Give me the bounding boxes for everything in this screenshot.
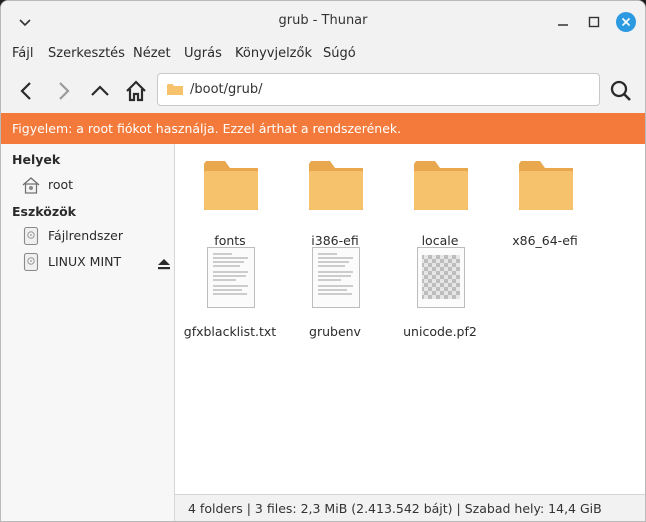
file-item-gfxblacklist-txt[interactable]: gfxblacklist.txt — [180, 247, 280, 339]
folder-icon — [309, 161, 363, 210]
menu-go[interactable]: Ugrás — [184, 46, 222, 61]
menu-help[interactable]: Súgó — [323, 46, 356, 61]
menu-bar: Fájl Szerkesztés Nézet Ugrás Könyvjelzők… — [1, 41, 645, 69]
eject-icon[interactable] — [157, 257, 171, 271]
file-view: fonts i386-efi locale x86_64-efi gfxblac… — [175, 144, 645, 494]
forward-icon[interactable] — [49, 77, 77, 105]
search-icon[interactable] — [607, 77, 635, 105]
menu-edit[interactable]: Szerkesztés — [48, 46, 125, 61]
location-bar[interactable]: /boot/grub/ — [157, 73, 600, 106]
sidebar-item-linux-mint[interactable]: LINUX MINT — [21, 252, 171, 274]
text-file-icon — [312, 247, 360, 308]
font-file-icon — [417, 247, 465, 308]
status-free-space: Szabad hely: 14,4 GiB — [464, 501, 602, 516]
file-name: fonts — [214, 233, 246, 248]
location-path: /boot/grub/ — [190, 82, 263, 97]
folder-icon — [167, 84, 183, 95]
file-item-x86-64-efi[interactable]: x86_64-efi — [495, 156, 595, 248]
status-separator: | — [456, 501, 461, 516]
places-heading: Helyek — [12, 152, 61, 167]
file-item-i386-efi[interactable]: i386-efi — [285, 156, 385, 248]
text-file-icon — [207, 247, 255, 308]
file-name: gfxblacklist.txt — [183, 324, 277, 339]
back-icon[interactable] — [13, 77, 41, 105]
folder-icon — [519, 161, 573, 210]
folder-icon — [204, 161, 258, 210]
status-bar: 4 folders | 3 files: 2,3 MiB (2.413.542 … — [175, 494, 645, 521]
file-name: grubenv — [309, 324, 361, 339]
file-name: locale — [421, 233, 459, 248]
file-name: i386-efi — [311, 233, 359, 248]
toolbar: /boot/grub/ — [1, 69, 645, 113]
root-warning-text: Figyelem: a root fiókot használja. Ezzel… — [12, 121, 402, 136]
devices-heading: Eszközök — [12, 204, 76, 219]
file-item-grubenv[interactable]: grubenv — [285, 247, 385, 339]
file-item-locale[interactable]: locale — [390, 156, 490, 248]
window-title: grub - Thunar — [278, 13, 368, 28]
sidebar-item-root[interactable]: root — [21, 175, 171, 197]
drive-icon — [23, 252, 39, 272]
menu-view[interactable]: Nézet — [133, 46, 171, 61]
sidebar-item-filesystem[interactable]: Fájlrendszer — [21, 226, 171, 248]
menu-bookmarks[interactable]: Könyvjelzők — [235, 46, 312, 61]
status-separator: | — [246, 501, 251, 516]
menu-file[interactable]: Fájl — [12, 46, 33, 61]
maximize-icon[interactable] — [583, 11, 605, 33]
file-name: x86_64-efi — [512, 233, 578, 248]
drive-icon — [23, 226, 39, 246]
sidebar-item-label: Fájlrendszer — [48, 228, 123, 243]
thunar-window: grub - Thunar Fájl Szerkesztés Nézet Ugr… — [0, 0, 646, 522]
status-folders: 4 folders — [188, 501, 243, 516]
sidebar-item-label: LINUX MINT — [48, 254, 122, 269]
status-files: 3 files: 2,3 MiB (2.413.542 bájt) — [254, 501, 453, 516]
home-icon — [22, 177, 40, 194]
root-warning-banner: Figyelem: a root fiókot használja. Ezzel… — [1, 113, 645, 144]
sidebar: Helyek root Eszközök Fájlrendszer LINUX … — [1, 144, 175, 521]
file-item-fonts[interactable]: fonts — [180, 156, 280, 248]
sidebar-item-label: root — [48, 177, 74, 192]
up-icon[interactable] — [86, 77, 114, 105]
close-icon[interactable] — [615, 11, 637, 33]
minimize-icon[interactable] — [552, 11, 574, 33]
file-name: unicode.pf2 — [403, 324, 477, 339]
file-item-unicode-pf2[interactable]: unicode.pf2 — [390, 247, 490, 339]
folder-icon — [414, 161, 468, 210]
home-icon[interactable] — [122, 77, 150, 105]
status-text: 4 folders | 3 files: 2,3 MiB (2.413.542 … — [188, 501, 602, 516]
title-bar: grub - Thunar — [1, 1, 645, 41]
